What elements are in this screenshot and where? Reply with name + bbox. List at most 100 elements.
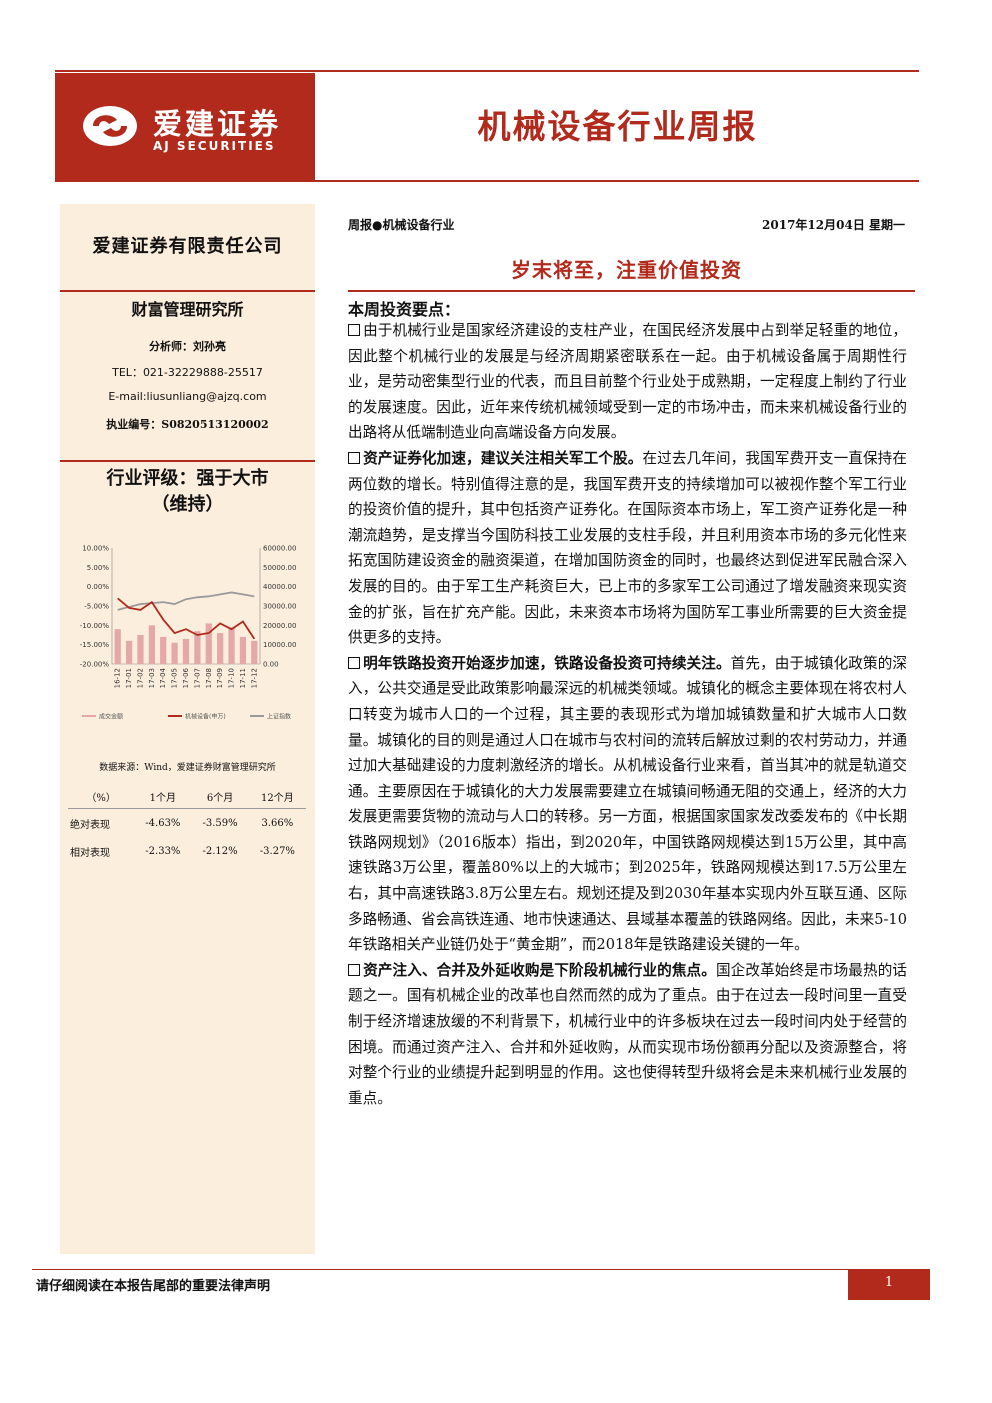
table-cell: -4.63% — [145, 817, 181, 829]
chart-bar — [125, 640, 133, 664]
chart-x-label: 17-04 — [159, 667, 167, 688]
logo-chinese-text: 爱建证券 — [153, 107, 282, 141]
sidebar-rule — [60, 460, 315, 462]
table-cell: 3.66% — [261, 817, 294, 829]
table-header-cell: 1个月 — [134, 784, 192, 809]
paragraph-lead: 资产注入、合并及外延收购是下阶段机械行业的焦点。 — [363, 961, 716, 979]
chart-bar — [194, 631, 201, 664]
chart-tick-label-left: -5.00% — [84, 603, 109, 611]
table-cell: -2.12% — [202, 845, 238, 857]
paragraph: 资产证券化加速，建议关注相关军工个股。在过去几年间，我国军费开支一直保持在两位数… — [348, 446, 907, 651]
chart-legend-label: 上证指数 — [267, 713, 291, 721]
footer-rule — [32, 1269, 930, 1270]
paragraph-text: 国企改革始终是市场最热的话题之一。国有机械企业的改革也自然而然的成为了重点。由于… — [348, 961, 907, 1107]
chart-tick-label-right: 60000.00 — [263, 545, 296, 553]
paragraph-lead: 明年铁路投资开始逐步加速，铁路设备投资可持续关注。 — [363, 654, 731, 672]
chart-legend-label: 成交金额 — [99, 713, 123, 721]
header-top-rule — [55, 70, 919, 72]
table-cell: -3.27% — [259, 845, 295, 857]
section-heading: 本周投资要点： — [348, 300, 461, 319]
logo-emblem-icon — [83, 106, 137, 146]
industry-chart: 10.00% 5.00% 0.00% -5.00% -10.00% -15.00% -20.… — [80, 545, 297, 721]
chart-tick-label-right: 0.00 — [263, 661, 279, 669]
brand-logo: 爱建证券 AJ SECURITIES — [55, 73, 315, 180]
paragraph-text: 由于机械行业是国家经济建设的支柱产业，在国民经济发展中占到举足轻重的地位，因此整… — [348, 322, 907, 442]
report-title: 机械设备行业周报 — [477, 107, 758, 146]
chart-bar — [171, 642, 178, 664]
performance-table: （%） 1个月 6个月 12个月 绝对表现 -4.63% -3.59% 3.66… — [68, 784, 306, 865]
report-date: 2017年12月04日 星期一 — [762, 218, 905, 232]
logo-english-text: AJ SECURITIES — [153, 139, 276, 153]
chart-x-label: 17-06 — [182, 667, 190, 688]
header-bottom-rule — [55, 180, 919, 182]
paragraph-text: 首先，由于城镇化政策的深入，公共交通是受此政策影响最深远的机械类领域。城镇化的概… — [348, 654, 907, 954]
checkbox-bullet-icon — [348, 963, 360, 976]
chart-x-label: 17-07 — [193, 668, 201, 688]
sidebar: 爱建证券有限责任公司 财富管理研究所 分析师：刘孙亮 TEL：021-32229… — [60, 204, 315, 1254]
chart-legend-label: 机械设备(申万) — [185, 713, 226, 721]
chart-bar — [160, 636, 167, 664]
table-header-cell: 6个月 — [191, 784, 249, 809]
chart-bar — [114, 629, 121, 664]
paragraph: 资产注入、合并及外延收购是下阶段机械行业的焦点。国企改革始终是市场最热的话题之一… — [348, 958, 907, 1112]
chart-x-label: 17-12 — [250, 668, 258, 688]
chart-tick-label-left: -20.00% — [80, 661, 110, 669]
table-row: 相对表现 -2.33% -2.12% -3.27% — [68, 837, 306, 865]
chart-bar — [251, 640, 258, 664]
chart-x-label: 17-03 — [148, 668, 156, 688]
chart-tick-label-right: 10000.00 — [263, 641, 296, 649]
chart-tick-label-right: 50000.00 — [263, 564, 296, 572]
chart-x-label: 17-02 — [136, 668, 144, 688]
chart-x-label: 16-12 — [114, 668, 122, 688]
chart-bar — [217, 633, 224, 664]
chart-tick-label-left: 5.00% — [87, 564, 110, 572]
checkbox-bullet-icon — [348, 656, 360, 669]
chart-bar — [228, 627, 235, 664]
chart-source-note: 数据来源：Wind，爱建证券财富管理研究所 — [99, 763, 276, 773]
chart-tick-label-left: -10.00% — [80, 622, 110, 630]
report-category: 周报●机械设备行业 — [348, 218, 455, 232]
chart-x-label: 17-01 — [125, 668, 133, 688]
chart-tick-label-right: 20000.00 — [263, 622, 296, 630]
analyst-email: E-mail:liusunliang@ajzq.com — [108, 390, 267, 403]
department-name: 财富管理研究所 — [131, 300, 244, 319]
table-header-cell: 12个月 — [248, 784, 306, 809]
chart-bar — [148, 625, 155, 664]
checkbox-bullet-icon — [348, 451, 360, 464]
chart-x-label: 17-11 — [239, 668, 247, 688]
chart-tick-label-left: 10.00% — [82, 545, 109, 553]
table-header-cell: （%） — [68, 784, 135, 809]
paragraph: 由于机械行业是国家经济建设的支柱产业，在国民经济发展中占到举足轻重的地位，因此整… — [348, 318, 907, 446]
chart-tick-label-right: 40000.00 — [263, 583, 296, 591]
chart-tick-label-left: 0.00% — [87, 583, 110, 591]
table-row: 绝对表现 -4.63% -3.59% 3.66% — [68, 809, 306, 838]
chart-x-label: 17-05 — [171, 668, 179, 688]
chart-line-index — [117, 591, 255, 611]
paragraph-lead: 资产证券化加速，建议关注相关军工个股。 — [363, 449, 643, 467]
chart-bar — [137, 635, 144, 664]
main-rule — [348, 290, 915, 292]
chart-x-label: 17-10 — [228, 668, 236, 688]
table-cell: -2.33% — [145, 845, 181, 857]
table-cell: 绝对表现 — [70, 819, 110, 831]
industry-rating: 行业评级：强于大市 （维持） — [60, 466, 315, 518]
analyst-license: 执业编号：S0820513120002 — [106, 418, 269, 431]
chart-tick-label-left: -15.00% — [80, 641, 110, 649]
chart-x-label: 17-08 — [205, 668, 213, 688]
table-cell: 相对表现 — [70, 847, 110, 859]
table-header-row: （%） 1个月 6个月 12个月 — [68, 784, 306, 809]
chart-bar — [205, 623, 212, 664]
legal-notice: 请仔细阅读在本报告尾部的重要法律声明 — [36, 1279, 271, 1294]
report-subtitle: 岁末将至，注重价值投资 — [511, 258, 742, 282]
report-body: 由于机械行业是国家经济建设的支柱产业，在国民经济发展中占到举足轻重的地位，因此整… — [348, 318, 907, 1111]
analyst-name: 分析师：刘孙亮 — [149, 340, 226, 353]
analyst-tel: TEL：021-32229888-25517 — [112, 366, 263, 379]
chart-bar — [182, 638, 190, 664]
checkbox-bullet-icon — [348, 324, 360, 336]
page-number: 1 — [848, 1270, 930, 1300]
chart-tick-label-right: 30000.00 — [263, 603, 296, 611]
chart-bar — [239, 636, 247, 664]
rating-line-1: 行业评级：强于大市 — [106, 468, 269, 489]
chart-x-label: 17-09 — [216, 668, 224, 688]
table-cell: -3.59% — [202, 817, 238, 829]
